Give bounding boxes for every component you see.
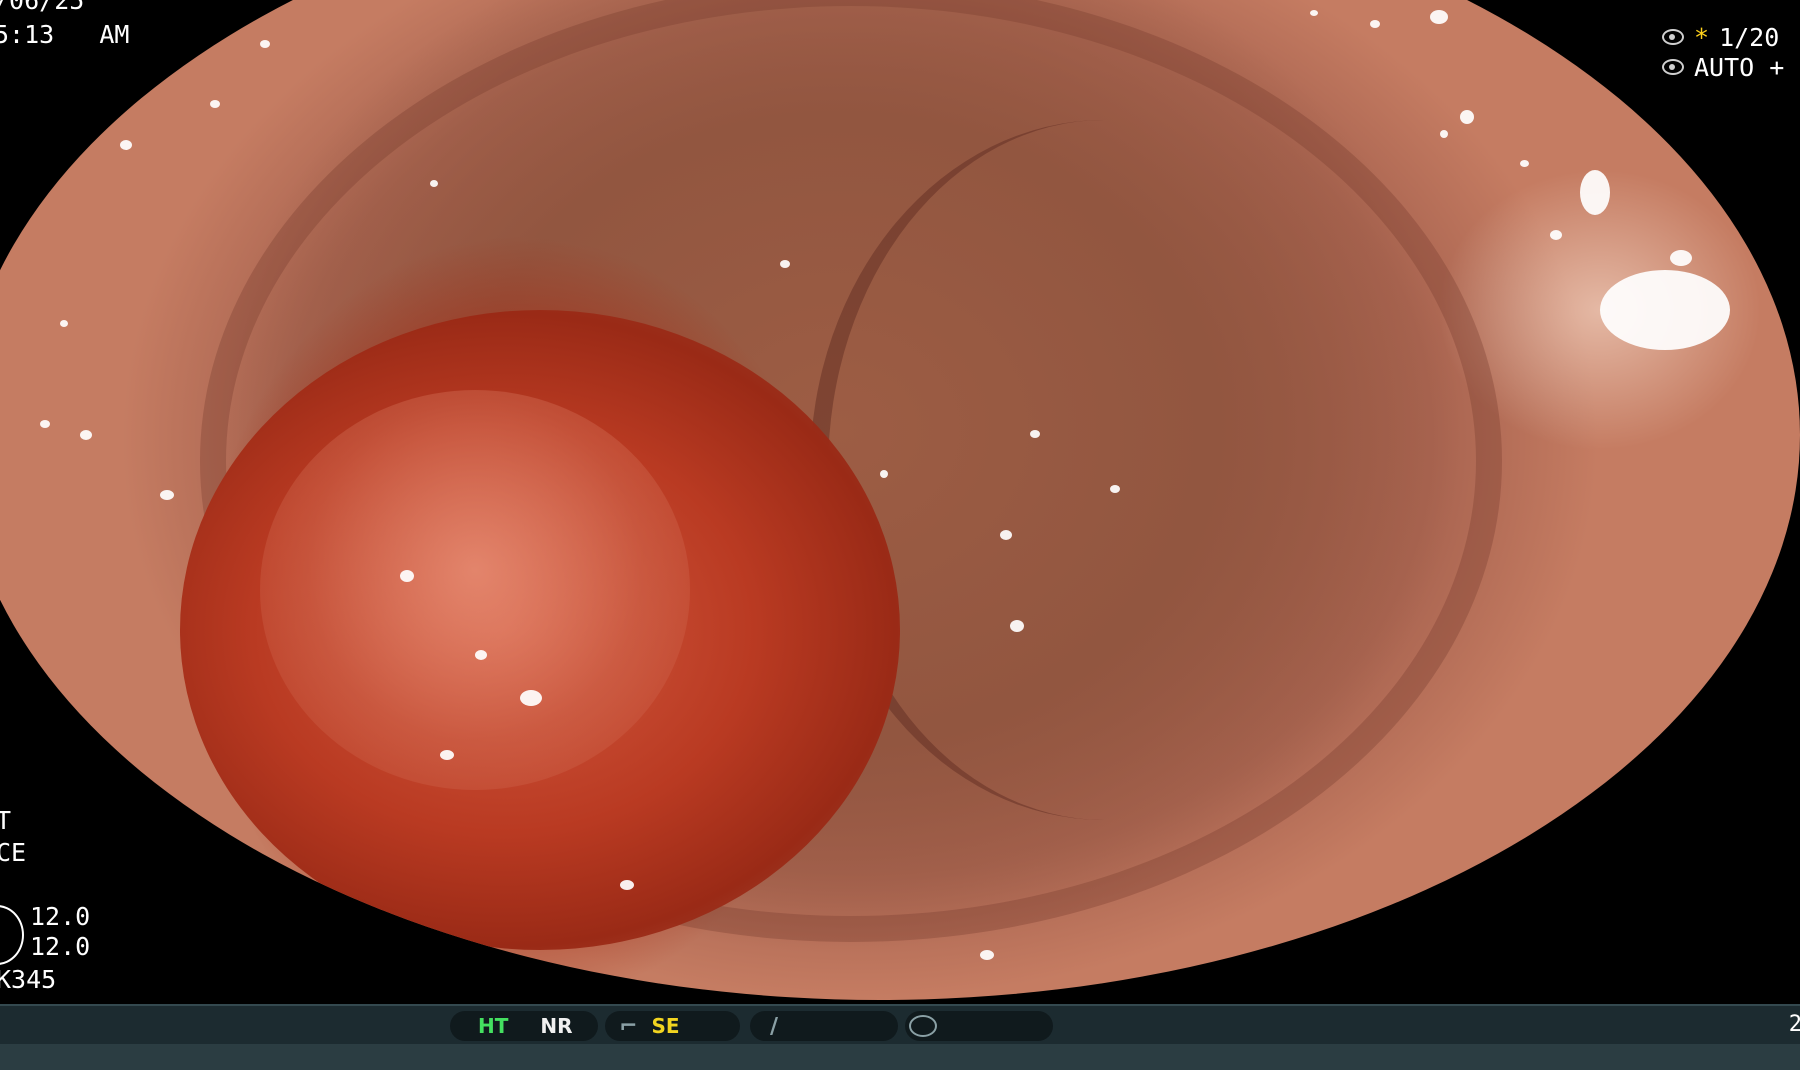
highlight: [1010, 620, 1024, 632]
scope-icon: [909, 1015, 937, 1037]
highlight: [1580, 170, 1610, 215]
date-label: /06/25: [0, 0, 85, 15]
highlight: [40, 420, 50, 428]
highlight: [1600, 270, 1730, 350]
se-label: SE: [651, 1014, 680, 1038]
slash-curve-icon: ∕: [770, 1013, 779, 1039]
highlight: [1110, 485, 1120, 493]
highlight: [1030, 430, 1040, 438]
value-1: 12.0: [30, 902, 91, 931]
highlight: [980, 950, 994, 960]
scope-indicator: [905, 1011, 1053, 1041]
shutter-speed: 1/20: [1719, 22, 1780, 52]
exposure-settings: * 1/20 AUTO +: [1662, 22, 1784, 82]
star-indicator: *: [1694, 22, 1710, 52]
status-bar-base: [0, 1044, 1800, 1070]
highlight: [1310, 10, 1318, 16]
highlight: [120, 140, 132, 150]
highlight: [430, 180, 438, 187]
highlight: [1460, 110, 1474, 124]
exposure-mode: AUTO +: [1694, 52, 1785, 82]
se-indicator: ⌐ SE: [605, 1011, 740, 1041]
highlight: [1520, 160, 1529, 167]
shutter-row: * 1/20: [1662, 22, 1784, 52]
highlight: [1000, 530, 1012, 540]
highlight: [60, 320, 68, 327]
lesion-center: [260, 390, 690, 790]
corner-indicator: 2: [1788, 1012, 1800, 1037]
highlight: [210, 100, 220, 108]
highlight: [1370, 20, 1380, 28]
time-label: 5:13 AM: [0, 20, 130, 49]
highlight: [780, 260, 790, 268]
highlight: [1430, 10, 1448, 24]
highlight: [880, 470, 888, 478]
mode-row: AUTO +: [1662, 52, 1784, 82]
nr-label: NR: [540, 1014, 573, 1038]
scope-code: K345: [0, 965, 57, 994]
highlight: [1670, 250, 1692, 266]
iris-icon: [1662, 59, 1684, 75]
aperture-icon: [1662, 29, 1684, 45]
ht-nr-indicator: HT NR: [450, 1011, 598, 1041]
highlight: [160, 490, 174, 500]
mucosal-fold-inner: [810, 120, 1398, 820]
status-bar: HT NR ⌐ SE ∕: [0, 1004, 1800, 1046]
highlight: [400, 570, 414, 582]
highlight: [620, 880, 634, 890]
highlight: [80, 430, 92, 440]
curve-icon: ⌐: [619, 1013, 638, 1039]
highlight: [260, 40, 270, 48]
highlight: [475, 650, 487, 660]
highlight: [440, 750, 454, 760]
slash-indicator: ∕: [750, 1011, 898, 1041]
info-line-1: T: [0, 806, 12, 835]
ht-label: HT: [478, 1014, 509, 1038]
highlight: [520, 690, 542, 706]
value-2: 12.0: [30, 932, 91, 961]
endoscopic-view: [0, 0, 1800, 1000]
highlight: [20, 650, 28, 666]
highlight: [1550, 230, 1562, 240]
info-line-2: CE: [0, 838, 27, 867]
highlight: [1440, 130, 1448, 138]
ring-icon: [0, 905, 24, 965]
